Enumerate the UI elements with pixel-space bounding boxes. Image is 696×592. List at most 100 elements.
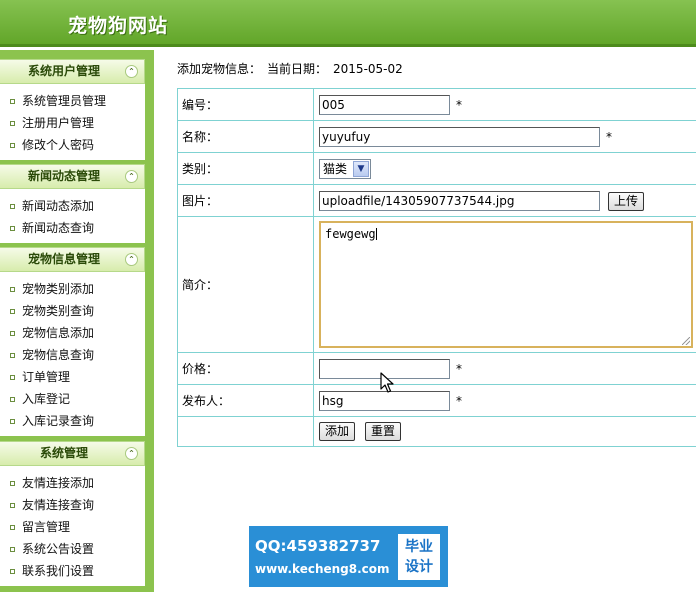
image-path-input[interactable] (319, 190, 600, 211)
form-row-name: 名称： * (177, 120, 696, 153)
bullet-icon (10, 331, 15, 336)
actions-spacer (177, 416, 314, 447)
menu-group-news: 新闻动态管理 ⌃ 新闻动态添加 新闻动态查询 (0, 164, 145, 243)
bullet-icon (10, 121, 15, 126)
menu-list: 系统管理员管理 注册用户管理 修改个人密码 (0, 84, 145, 160)
form-row-intro: 简介： fewgewg (177, 216, 696, 353)
id-input[interactable] (319, 94, 450, 115)
intro-textarea[interactable]: fewgewg (319, 221, 693, 348)
watermark-qq: QQ:459382737 (255, 536, 381, 555)
site-header: 宠物狗网站 (0, 0, 696, 47)
mouse-pointer-icon (380, 372, 394, 393)
menu-item-pet-info-query[interactable]: 宠物信息查询 (0, 344, 145, 366)
collapse-icon[interactable]: ⌃ (125, 65, 138, 78)
site-title: 宠物狗网站 (68, 15, 169, 37)
menu-group-header[interactable]: 系统用户管理 ⌃ (0, 59, 145, 84)
intro-label: 简介： (177, 216, 314, 353)
menu-group-title: 新闻动态管理 (27, 169, 100, 183)
menu-item-pet-category-query[interactable]: 宠物类别查询 (0, 300, 145, 322)
menu-group-header[interactable]: 宠物信息管理 ⌃ (0, 247, 145, 272)
bullet-icon (10, 375, 15, 380)
bullet-icon (10, 569, 15, 574)
required-mark: * (606, 129, 612, 144)
menu-item-contact[interactable]: 联系我们设置 (0, 560, 145, 582)
menu-item-pet-category-add[interactable]: 宠物类别添加 (0, 278, 145, 300)
form-row-category: 类别： 猫类 ▼ (177, 152, 696, 185)
menu-item-messages[interactable]: 留言管理 (0, 516, 145, 538)
menu-item-change-password[interactable]: 修改个人密码 (0, 134, 145, 156)
resize-grip-icon[interactable] (682, 337, 690, 345)
form-row-id: 编号： * (177, 88, 696, 121)
page-info: 添加宠物信息： 当前日期： 2015-05-02 (177, 58, 696, 82)
menu-group-system: 系统管理 ⌃ 友情连接添加 友情连接查询 留言管理 系统公告设置 联系我们设置 (0, 441, 145, 586)
menu-item-link-query[interactable]: 友情连接查询 (0, 494, 145, 516)
page-heading: 添加宠物信息： (177, 62, 262, 76)
menu-item-stock-in[interactable]: 入库登记 (0, 388, 145, 410)
name-input[interactable] (319, 126, 600, 147)
menu-list: 友情连接添加 友情连接查询 留言管理 系统公告设置 联系我们设置 (0, 466, 145, 586)
bullet-icon (10, 143, 15, 148)
form-row-publisher: 发布人： * (177, 384, 696, 417)
bullet-icon (10, 287, 15, 292)
watermark-badge: 毕业 设计 (398, 533, 440, 580)
menu-group-title: 宠物信息管理 (27, 252, 100, 266)
collapse-icon[interactable]: ⌃ (125, 253, 138, 266)
menu-item-news-add[interactable]: 新闻动态添加 (0, 195, 145, 217)
name-label: 名称： (177, 120, 314, 153)
bullet-icon (10, 525, 15, 530)
intro-text: fewgewg (325, 227, 376, 241)
menu-item-orders[interactable]: 订单管理 (0, 366, 145, 388)
menu-item-news-query[interactable]: 新闻动态查询 (0, 217, 145, 239)
form-row-price: 价格： * (177, 352, 696, 385)
menu-group-users: 系统用户管理 ⌃ 系统管理员管理 注册用户管理 修改个人密码 (0, 59, 145, 160)
upload-button[interactable]: 上传 (608, 191, 645, 211)
watermark-url: www.kecheng8.com (255, 561, 390, 576)
bullet-icon (10, 99, 15, 104)
sidebar: 系统用户管理 ⌃ 系统管理员管理 注册用户管理 修改个人密码 新闻动态管理 ⌃ … (0, 50, 154, 592)
menu-item-pet-info-add[interactable]: 宠物信息添加 (0, 322, 145, 344)
menu-item-announcement[interactable]: 系统公告设置 (0, 538, 145, 560)
date-label: 当前日期： (267, 62, 328, 76)
category-selected-value: 猫类 (323, 162, 348, 176)
date-value: 2015-05-02 (333, 62, 403, 76)
chevron-down-icon[interactable]: ▼ (353, 160, 369, 177)
menu-group-title: 系统用户管理 (27, 64, 100, 78)
bullet-icon (10, 419, 15, 424)
text-caret (375, 228, 377, 240)
menu-item-registered-users[interactable]: 注册用户管理 (0, 112, 145, 134)
main-content: 添加宠物信息： 当前日期： 2015-05-02 (177, 58, 696, 82)
reset-button[interactable]: 重置 (365, 422, 402, 441)
form-row-actions: 添加 重置 (177, 416, 696, 447)
menu-group-header[interactable]: 新闻动态管理 ⌃ (0, 164, 145, 189)
bullet-icon (10, 481, 15, 486)
menu-item-stock-records[interactable]: 入库记录查询 (0, 410, 145, 432)
bullet-icon (10, 503, 15, 508)
menu-list: 宠物类别添加 宠物类别查询 宠物信息添加 宠物信息查询 订单管理 入库登记 入库… (0, 272, 145, 436)
pet-form: 编号： * 名称： * 类别： 猫类 ▼ 图片： 上传 简介： fewgewg 价… (177, 88, 696, 447)
menu-group-title: 系统管理 (39, 446, 88, 460)
form-row-image: 图片： 上传 (177, 184, 696, 217)
required-mark: * (456, 97, 462, 112)
price-label: 价格： (177, 352, 314, 385)
collapse-icon[interactable]: ⌃ (125, 447, 138, 460)
menu-item-link-add[interactable]: 友情连接添加 (0, 472, 145, 494)
publisher-label: 发布人： (177, 384, 314, 417)
id-label: 编号： (177, 88, 314, 121)
menu-item-admin-manage[interactable]: 系统管理员管理 (0, 90, 145, 112)
required-mark: * (456, 361, 462, 376)
required-mark: * (456, 393, 462, 408)
collapse-icon[interactable]: ⌃ (125, 170, 138, 183)
menu-group-pets: 宠物信息管理 ⌃ 宠物类别添加 宠物类别查询 宠物信息添加 宠物信息查询 订单管… (0, 247, 145, 436)
bullet-icon (10, 397, 15, 402)
image-label: 图片： (177, 184, 314, 217)
menu-group-header[interactable]: 系统管理 ⌃ (0, 441, 145, 466)
bullet-icon (10, 353, 15, 358)
category-select[interactable]: 猫类 ▼ (319, 158, 371, 179)
bullet-icon (10, 204, 15, 209)
submit-button[interactable]: 添加 (319, 422, 356, 441)
bullet-icon (10, 547, 15, 552)
category-label: 类别： (177, 152, 314, 185)
menu-list: 新闻动态添加 新闻动态查询 (0, 189, 145, 243)
bullet-icon (10, 309, 15, 314)
bullet-icon (10, 226, 15, 231)
